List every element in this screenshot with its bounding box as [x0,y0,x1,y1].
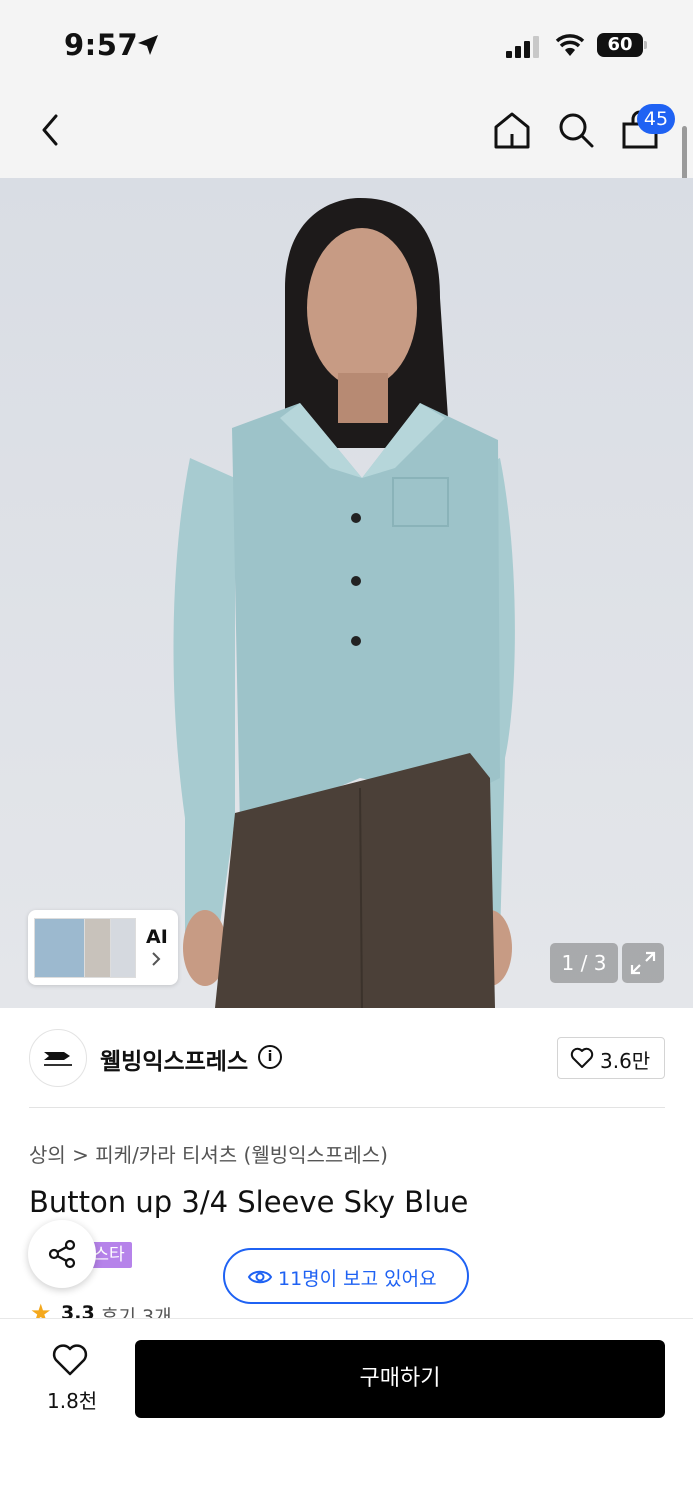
cart-count-badge: 45 [637,104,675,134]
viewers-text: 11명이 보고 있어요 [278,1268,437,1290]
wifi-icon [555,34,585,56]
brand-logo-mark [44,1052,72,1066]
ai-label: AI [146,926,168,948]
divider [29,1107,665,1108]
back-icon[interactable] [38,112,62,148]
product-image[interactable] [0,178,693,1008]
search-icon[interactable] [556,110,596,150]
expand-button[interactable] [622,943,664,983]
home-icon[interactable] [492,110,532,150]
location-arrow-icon [138,35,158,55]
expand-icon [630,951,656,975]
brand-logo[interactable] [29,1029,87,1087]
thumbnail-3 [110,918,136,978]
wish-count: 1.8천 [47,1389,98,1413]
signal-icon [506,36,539,58]
battery-icon: 60 [597,33,643,57]
buy-button[interactable]: 구매하기 [135,1340,665,1418]
top-bar [0,0,693,178]
heart-icon[interactable] [52,1343,88,1377]
chevron-right-icon [152,952,161,966]
store-like-count: 3.6만 [600,1049,651,1073]
status-time: 9:57 [64,28,139,62]
heart-icon [570,1047,594,1068]
eye-icon [247,1270,273,1284]
battery-tip [644,41,647,49]
info-icon[interactable]: i [258,1045,282,1069]
model-illustration [0,178,693,1008]
product-title: Button up 3/4 Sleeve Sky Blue [29,1185,469,1219]
breadcrumb[interactable]: 상의 > 피케/카라 티셔츠 (웰빙익스프레스) [29,1139,388,1168]
image-pager: 1 / 3 [550,943,618,983]
brand-name[interactable]: 웰빙익스프레스 [100,1042,248,1076]
share-icon [48,1239,76,1269]
share-button[interactable] [28,1220,96,1288]
thumbnail-1 [34,918,88,978]
